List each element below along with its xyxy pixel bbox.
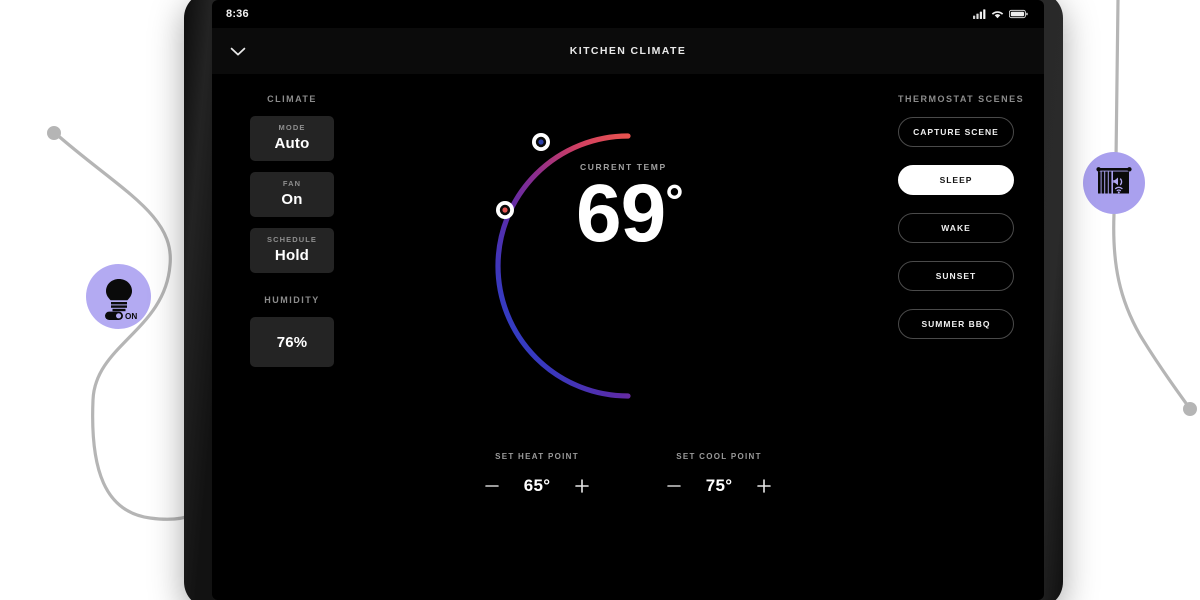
humidity-value: 76%	[276, 334, 308, 351]
tablet-screen: 8:36 KITCHEN CLIMATE CLIMATE MODE Auto F…	[212, 0, 1044, 600]
current-temperature-readout: CURRENT TEMP 69°	[576, 162, 786, 255]
cool-setpoint-value: 75°	[705, 476, 733, 495]
battery-icon	[1009, 9, 1028, 19]
status-icons	[973, 9, 1028, 19]
humidity-heading: HUMIDITY	[264, 295, 320, 305]
heat-setpoint-label: SET HEAT POINT	[495, 452, 579, 461]
mode-label: MODE	[278, 123, 306, 132]
scene-summer-bbq[interactable]: SUMMER BBQ	[898, 309, 1014, 339]
humidity-card[interactable]: 76%	[250, 317, 334, 367]
smart-blinds-badge[interactable]	[1083, 152, 1145, 214]
status-bar: 8:36	[212, 0, 1044, 28]
schedule-label: SCHEDULE	[266, 235, 318, 244]
plus-icon	[575, 479, 589, 493]
climate-heading: CLIMATE	[267, 94, 317, 104]
tablet-device: 8:36 KITCHEN CLIMATE CLIMATE MODE Auto F…	[184, 0, 1063, 600]
heat-handle[interactable]	[496, 201, 514, 219]
smart-blinds-icon	[1096, 167, 1132, 194]
light-toggle-label: ON	[125, 312, 137, 321]
scenes-panel: THERMOSTAT SCENES CAPTURE SCENE SLEEP WA…	[898, 94, 1025, 357]
cool-setpoint-stepper: 75°	[649, 476, 789, 496]
back-button[interactable]	[226, 40, 250, 64]
mode-card[interactable]: MODE Auto	[250, 116, 334, 161]
heat-setpoint: SET HEAT POINT 65°	[467, 452, 607, 496]
schedule-value: Hold	[274, 247, 310, 264]
plus-icon	[757, 479, 771, 493]
minus-icon	[667, 485, 681, 487]
temperature-dial[interactable]: CURRENT TEMP 69°	[448, 74, 808, 474]
heat-increase-button[interactable]	[572, 476, 592, 496]
status-clock: 8:36	[226, 8, 249, 20]
scene-wake[interactable]: WAKE	[898, 213, 1014, 243]
fan-card[interactable]: FAN On	[250, 172, 334, 217]
fan-value: On	[281, 191, 303, 208]
cool-handle[interactable]	[532, 133, 550, 151]
page-title: KITCHEN CLIMATE	[569, 45, 687, 57]
app-header: KITCHEN CLIMATE	[212, 28, 1044, 74]
chevron-down-icon	[230, 47, 246, 56]
scene-capture-scene[interactable]: CAPTURE SCENE	[898, 117, 1014, 147]
fan-label: FAN	[282, 179, 302, 188]
cool-setpoint: SET COOL POINT 75°	[649, 452, 789, 496]
wifi-icon	[991, 11, 1004, 19]
scene-sleep[interactable]: SLEEP	[898, 165, 1014, 195]
dial-arc[interactable]	[448, 74, 808, 474]
app-content: CLIMATE MODE Auto FAN On SCHEDULE Hold H…	[212, 74, 1044, 600]
scenes-heading: THERMOSTAT SCENES	[898, 94, 1025, 104]
climate-panel: CLIMATE MODE Auto FAN On SCHEDULE Hold H…	[250, 94, 334, 378]
degree-symbol: °	[665, 175, 683, 227]
lightbulb-icon: ON	[104, 278, 137, 321]
cool-decrease-button[interactable]	[664, 476, 684, 496]
mode-value: Auto	[274, 135, 310, 152]
heat-setpoint-value: 65°	[523, 476, 551, 495]
cool-setpoint-label: SET COOL POINT	[676, 452, 762, 461]
heat-decrease-button[interactable]	[482, 476, 502, 496]
current-temp-value-wrap: 69°	[576, 173, 786, 255]
schedule-card[interactable]: SCHEDULE Hold	[250, 228, 334, 273]
light-toggle-icon	[104, 311, 123, 320]
heat-setpoint-stepper: 65°	[467, 476, 607, 496]
minus-icon	[485, 485, 499, 487]
lightbulb-status-badge[interactable]: ON	[86, 264, 151, 329]
current-temp-number: 69	[576, 168, 666, 259]
cellular-signal-icon	[973, 9, 986, 19]
page-root: ON 8:36 KITCHEN CLIMATE CLIMATE MODE Aut…	[0, 0, 1200, 600]
cool-increase-button[interactable]	[754, 476, 774, 496]
scene-sunset[interactable]: SUNSET	[898, 261, 1014, 291]
setpoint-controls: SET HEAT POINT 65° SET COOL POINT 75°	[448, 452, 808, 496]
